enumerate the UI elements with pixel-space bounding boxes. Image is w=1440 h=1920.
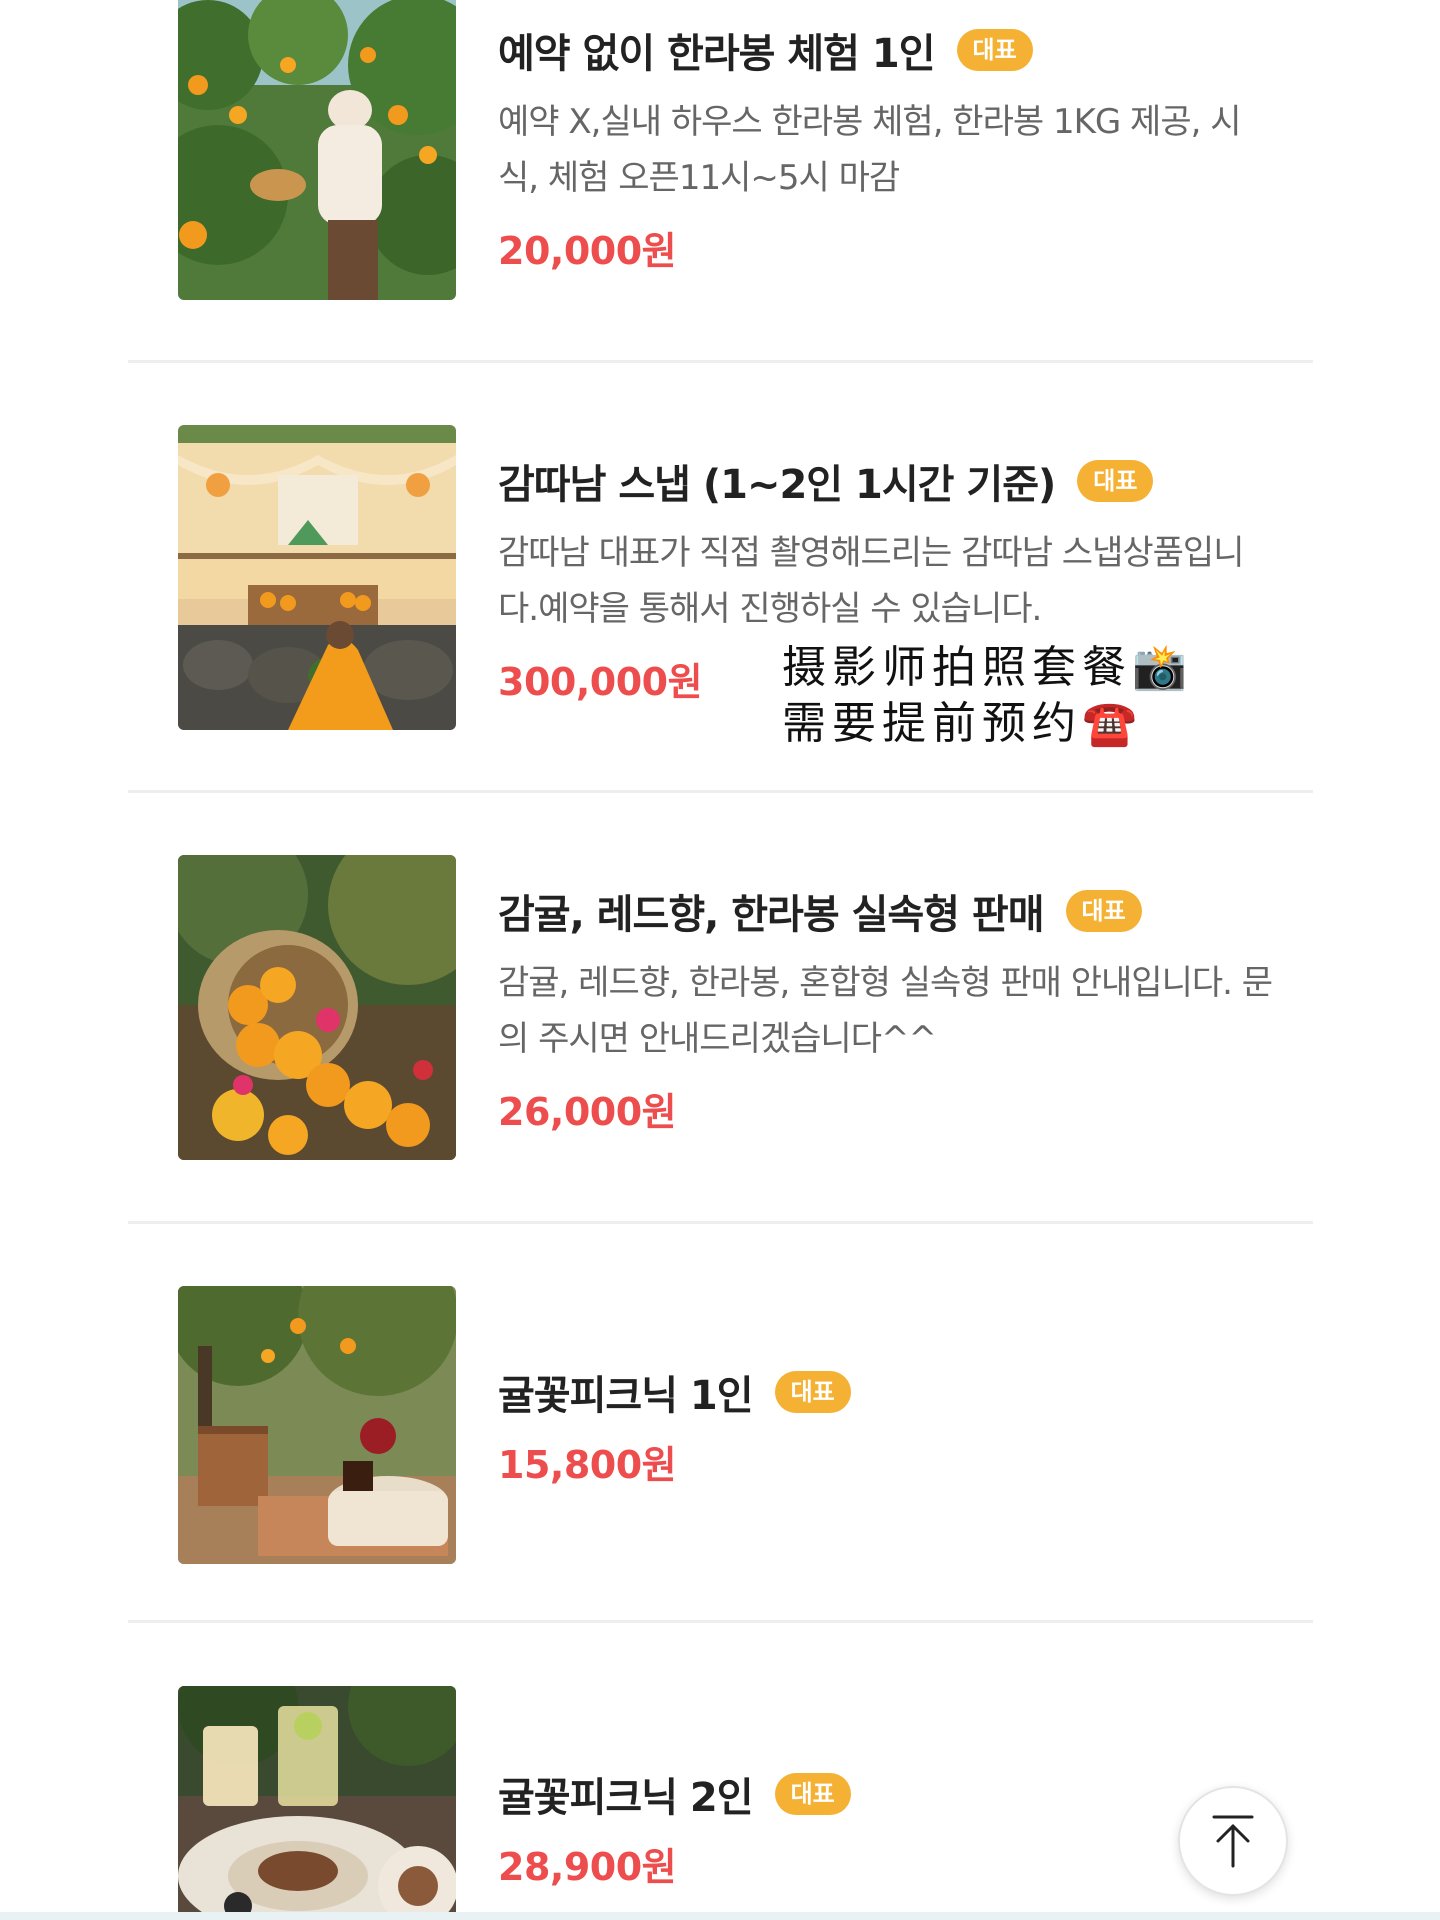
representative-badge: 대표 [956,29,1033,71]
representative-badge: 대표 [774,1371,851,1413]
divider [128,360,1313,363]
product-price: 20,000원 [498,229,677,273]
product-title[interactable]: 예약 없이 한라봉 체험 1인 [498,21,936,79]
product-price: 15,800원 [498,1443,677,1487]
arrow-up-to-top-icon [1212,1815,1254,1868]
bottom-edge [0,1912,1440,1920]
divider [128,790,1313,793]
product-info: 귤꽃피크닉 2인 대표 28,900원 [498,1766,1298,1891]
product-thumbnail[interactable] [178,855,456,1160]
product-title[interactable]: 감따남 스냅 (1~2인 1시간 기준) [498,452,1056,510]
product-title[interactable]: 귤꽃피크닉 1인 [498,1363,754,1421]
representative-badge: 대표 [1065,890,1142,932]
note-line-2: 需要提前预约☎️ [782,698,1143,749]
divider [128,1620,1313,1623]
product-description: 예약 X,실내 하우스 한라봉 체험, 한라봉 1KG 제공, 시식, 체험 오… [498,102,1242,198]
product-price: 26,000원 [498,1090,677,1134]
product-title[interactable]: 귤꽃피크닉 2인 [498,1765,754,1823]
product-thumbnail[interactable] [178,1286,456,1564]
representative-badge: 대표 [1077,460,1154,502]
scroll-to-top-button[interactable] [1178,1786,1288,1896]
representative-badge: 대표 [774,1773,851,1815]
product-thumbnail[interactable] [178,0,456,300]
note-line-1: 摄影师拍照套餐📸 [782,642,1193,693]
divider [128,1221,1313,1224]
product-description: 감따남 대표가 직접 촬영해드리는 감따남 스냅상품입니다.예약을 통해서 진행… [498,533,1244,629]
product-thumbnail[interactable] [178,1686,456,1920]
product-description: 감귤, 레드향, 한라봉, 혼합형 실속형 판매 안내입니다. 문의 주시면 안… [498,963,1273,1059]
product-thumbnail[interactable] [178,425,456,730]
product-info: 감귤, 레드향, 한라봉 실속형 판매 대표 감귤, 레드향, 한라봉, 혼합형… [498,883,1298,1136]
product-title[interactable]: 감귤, 레드향, 한라봉 실속형 판매 [498,882,1044,940]
handwritten-note: 摄影师拍照套餐📸 需要提前预约☎️ [782,640,1242,752]
product-info: 귤꽃피크닉 1인 대표 15,800원 [498,1364,1298,1489]
product-info: 예약 없이 한라봉 체험 1인 대표 예약 X,실내 하우스 한라봉 체험, 한… [498,22,1298,275]
